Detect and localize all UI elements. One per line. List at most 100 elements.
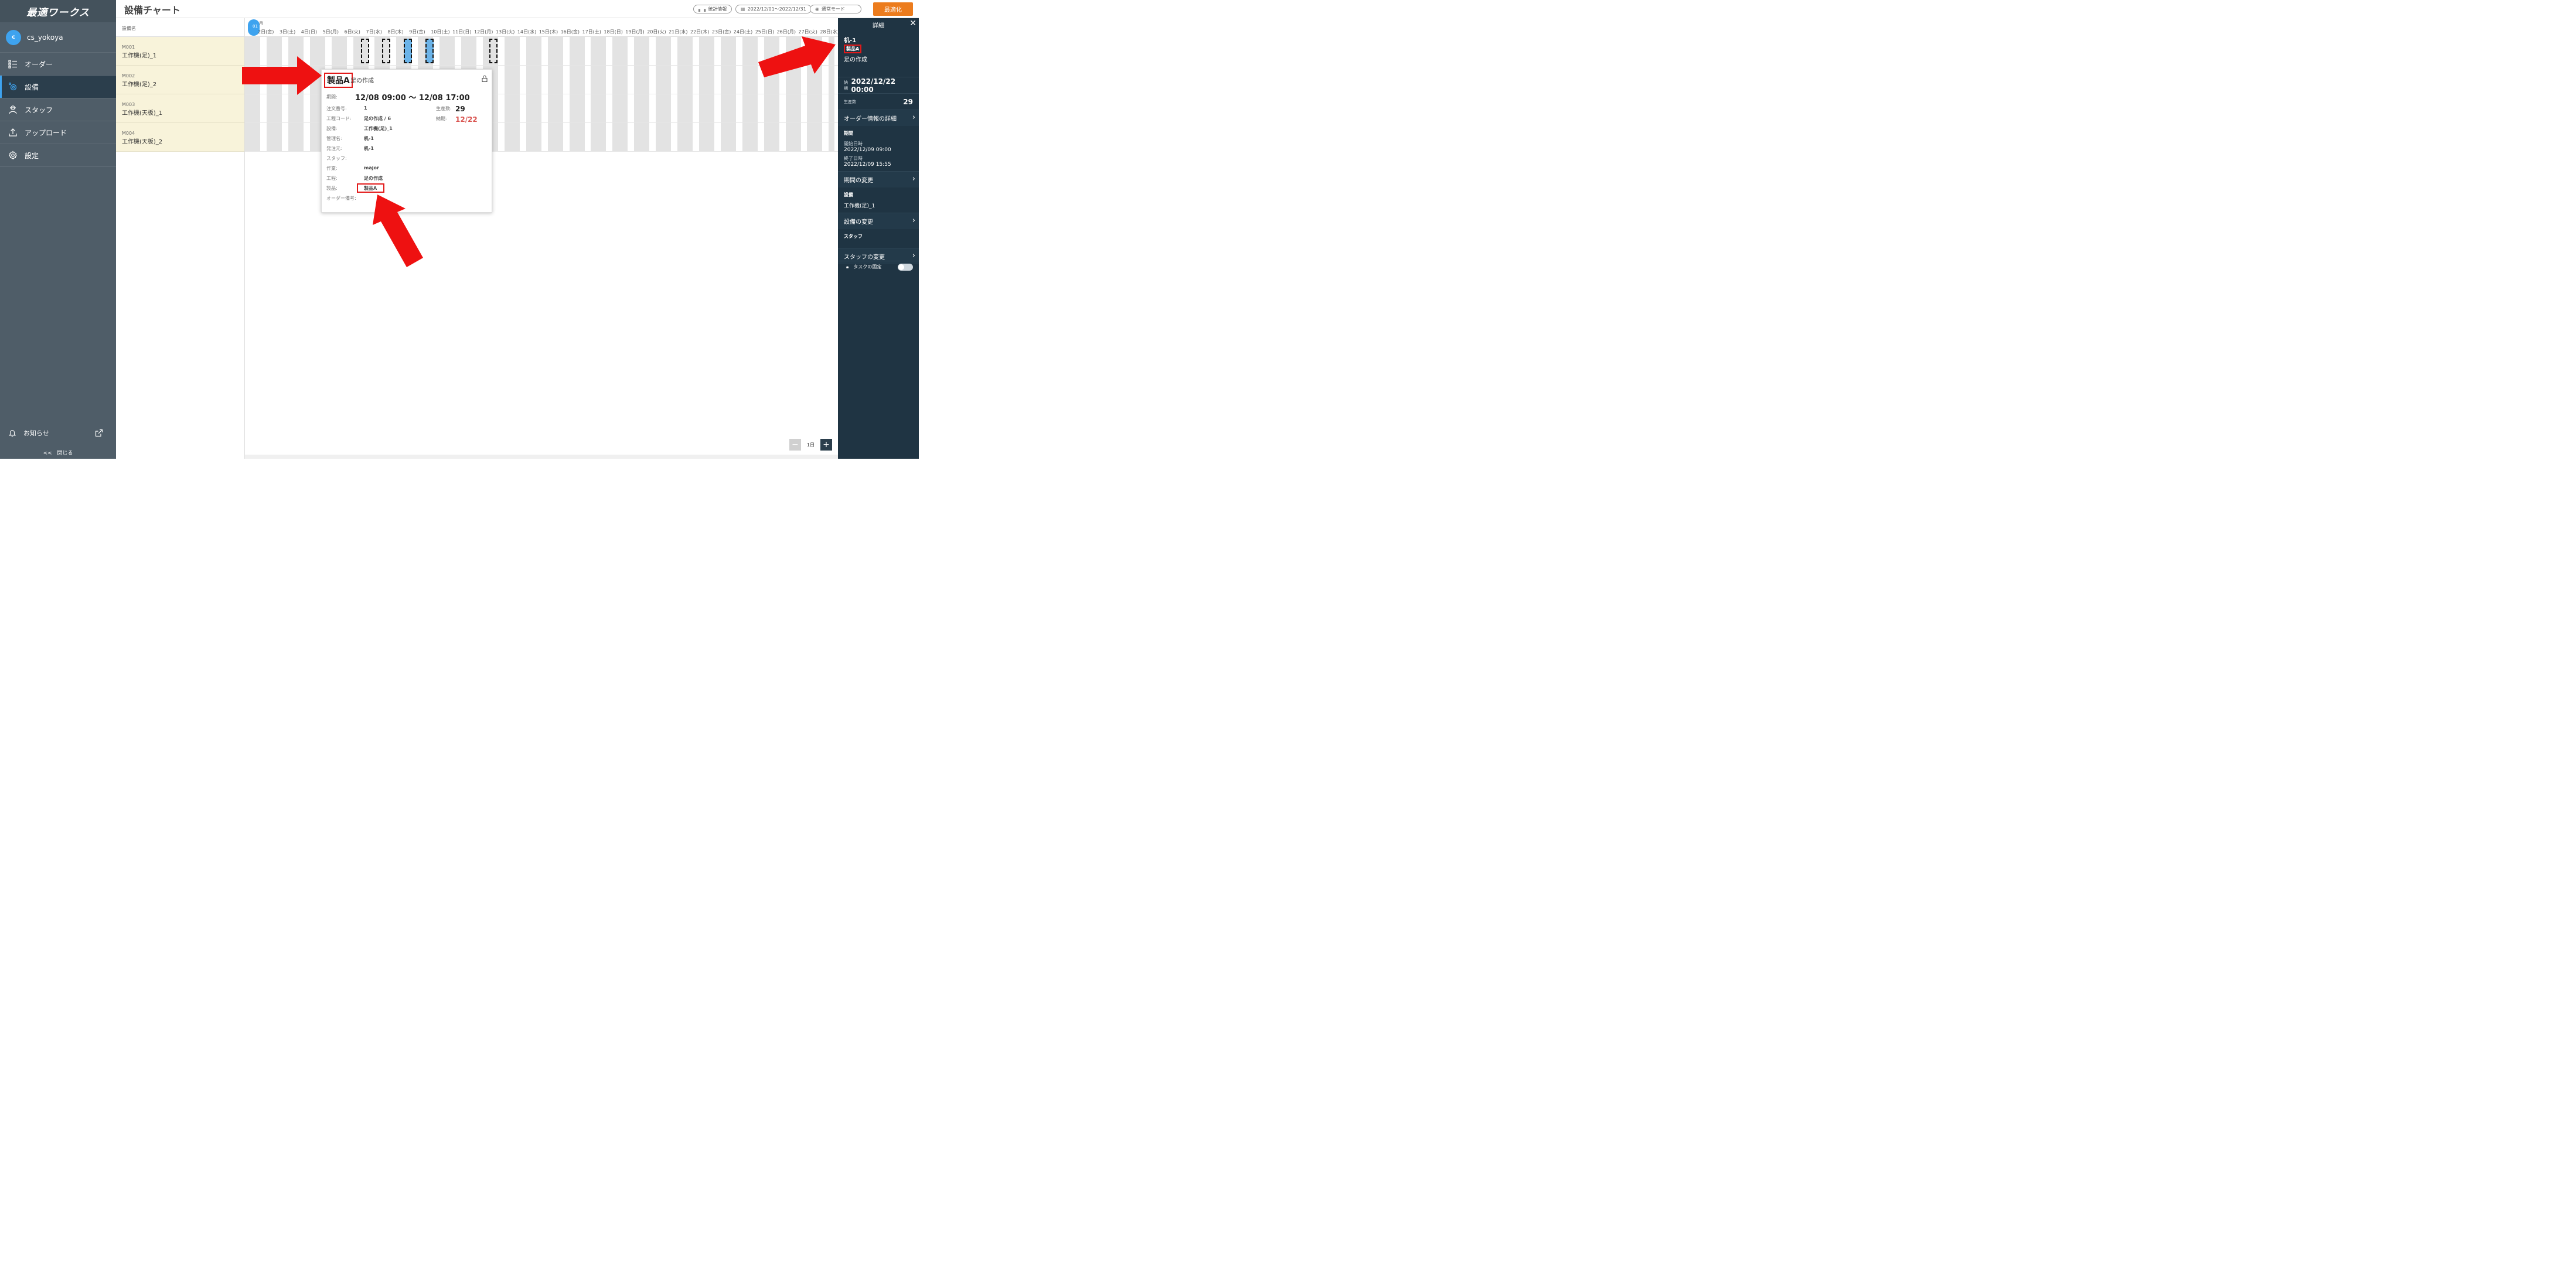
non-working-block [677,66,693,94]
period-value: 12/08 09:00 〜 12/08 17:00 [355,94,470,103]
non-working-block [698,37,714,65]
change-equipment-button[interactable]: 設備の変更 [838,213,919,229]
app-logo[interactable]: 最適ワークス [0,0,116,22]
list-icon [8,60,17,69]
end-value: 2022/12/09 15:55 [844,162,891,168]
non-working-block [720,123,736,151]
non-working-block [634,94,650,122]
popup-process-name: 足の作成 [350,78,374,84]
day-label: 20日(火) [647,29,666,35]
orderer-value: 机-1 [364,146,374,151]
non-working-block [612,94,628,122]
chart-row[interactable] [245,37,838,66]
day-label: 21日(水) [669,29,688,35]
non-working-block [742,37,758,65]
notice-link[interactable]: お知らせ [0,425,116,441]
non-working-block [829,94,835,122]
stats-button[interactable]: ▖▗ 統計情報 [693,5,732,13]
detail-qty-row: 生産数 29 [838,93,919,110]
collapse-sidebar-button[interactable]: << 閉じる [0,449,116,456]
day-label: 3日(土) [279,29,296,35]
task-lock-toggle[interactable] [898,264,913,271]
start-label: 開始日時 [844,141,863,146]
date-range-button[interactable]: ▦ 2022/12/01〜2022/12/31 [735,5,812,13]
day-label: 19日(月) [625,29,645,35]
non-working-block [807,123,823,151]
day-label: 8日(木) [387,29,404,35]
lock-icon[interactable] [481,75,488,82]
work-value: major [364,165,379,170]
qty-value: 29 [455,105,465,113]
equipment-name: 工作機(足)_2 [122,81,157,88]
task-bar[interactable] [361,39,369,63]
detail-due-label: 納期 [844,80,848,91]
username: cs_yokoya [27,33,63,42]
order-detail-link[interactable]: オーダー情報の詳細 [838,110,919,126]
day-label: 7日(水) [366,29,382,35]
task-bar[interactable] [404,39,412,63]
sidebar: 最適ワークス c cs_yokoya オーダー 設備 スタッフ アップロード 設… [0,0,116,459]
view-mode-button[interactable]: ◉ 通常モード [810,5,861,13]
chevrons-left-icon: << [43,451,52,456]
equipment-row[interactable]: M001 工作機(足)_1 [116,37,244,66]
non-working-block [656,66,672,94]
due-value: 12/22 [455,115,478,124]
non-working-block [569,66,585,94]
task-bar[interactable] [425,39,434,63]
zoom-out-button[interactable]: − [789,439,801,451]
sidebar-item-equipment[interactable]: 設備 [0,76,116,98]
optimize-button[interactable]: 最適化 [873,2,913,16]
annotation-arrow-up-icon [373,195,423,267]
non-working-block [677,123,693,151]
detail-equipment-code: 机-1 [844,37,857,44]
sidebar-item-label: オーダー [25,60,53,69]
day-label: 23日(金) [711,29,731,35]
sidebar-item-staff[interactable]: スタッフ [0,98,116,121]
non-working-block [547,94,563,122]
horizontal-scrollbar[interactable] [245,455,838,459]
non-working-block [504,123,520,151]
non-working-block [288,123,304,151]
non-working-block [742,66,758,94]
today-label: 01 [253,24,258,29]
sidebar-item-upload[interactable]: アップロード [0,121,116,144]
process-code-label: 工程コード: [326,116,352,121]
external-link-icon [95,429,103,437]
non-working-block [526,37,541,65]
equipment-heading: 設備 [844,192,853,197]
day-label: 2日(金) [258,29,274,35]
non-working-block [331,37,347,65]
non-working-block [547,123,563,151]
close-icon[interactable]: ✕ [909,19,916,28]
zoom-in-button[interactable]: + [820,439,832,451]
calendar-icon: ▦ [741,6,745,12]
equipment-row[interactable]: M002 工作機(足)_2 [116,66,244,94]
bar-chart-icon: ▖▗ [698,6,706,12]
step-value: 足の作成 [364,176,383,181]
change-period-button[interactable]: 期間の変更 [838,171,919,187]
detail-process: 足の作成 [844,57,867,63]
equipment-row[interactable]: M004 工作機(天板)_2 [116,123,244,152]
non-working-block [612,37,628,65]
start-value: 2022/12/09 09:00 [844,147,891,153]
end-label: 終了日時 [844,156,863,161]
equipment-name: 工作機(天板)_2 [122,139,163,145]
day-label: 15日(木) [539,29,558,35]
detail-summary: 机-1 製品A 足の作成 [838,30,919,77]
day-label: 6日(火) [344,29,360,35]
non-working-block [829,123,835,151]
task-bar[interactable] [489,39,498,63]
sidebar-item-settings[interactable]: 設定 [0,144,116,167]
sidebar-item-label: 設定 [25,151,39,160]
equipment-row[interactable]: M003 工作機(天板)_1 [116,94,244,123]
equipment-code: M003 [122,102,135,107]
non-working-block [698,66,714,94]
sidebar-item-orders[interactable]: オーダー [0,53,116,76]
annotation-arrow-right-icon [242,56,322,95]
user-profile[interactable]: c cs_yokoya [0,22,116,53]
task-bar[interactable] [382,39,390,63]
non-working-block [526,94,541,122]
non-working-block [720,94,736,122]
staff-label: スタッフ: [326,156,347,161]
manager-value: 机-1 [364,136,374,141]
